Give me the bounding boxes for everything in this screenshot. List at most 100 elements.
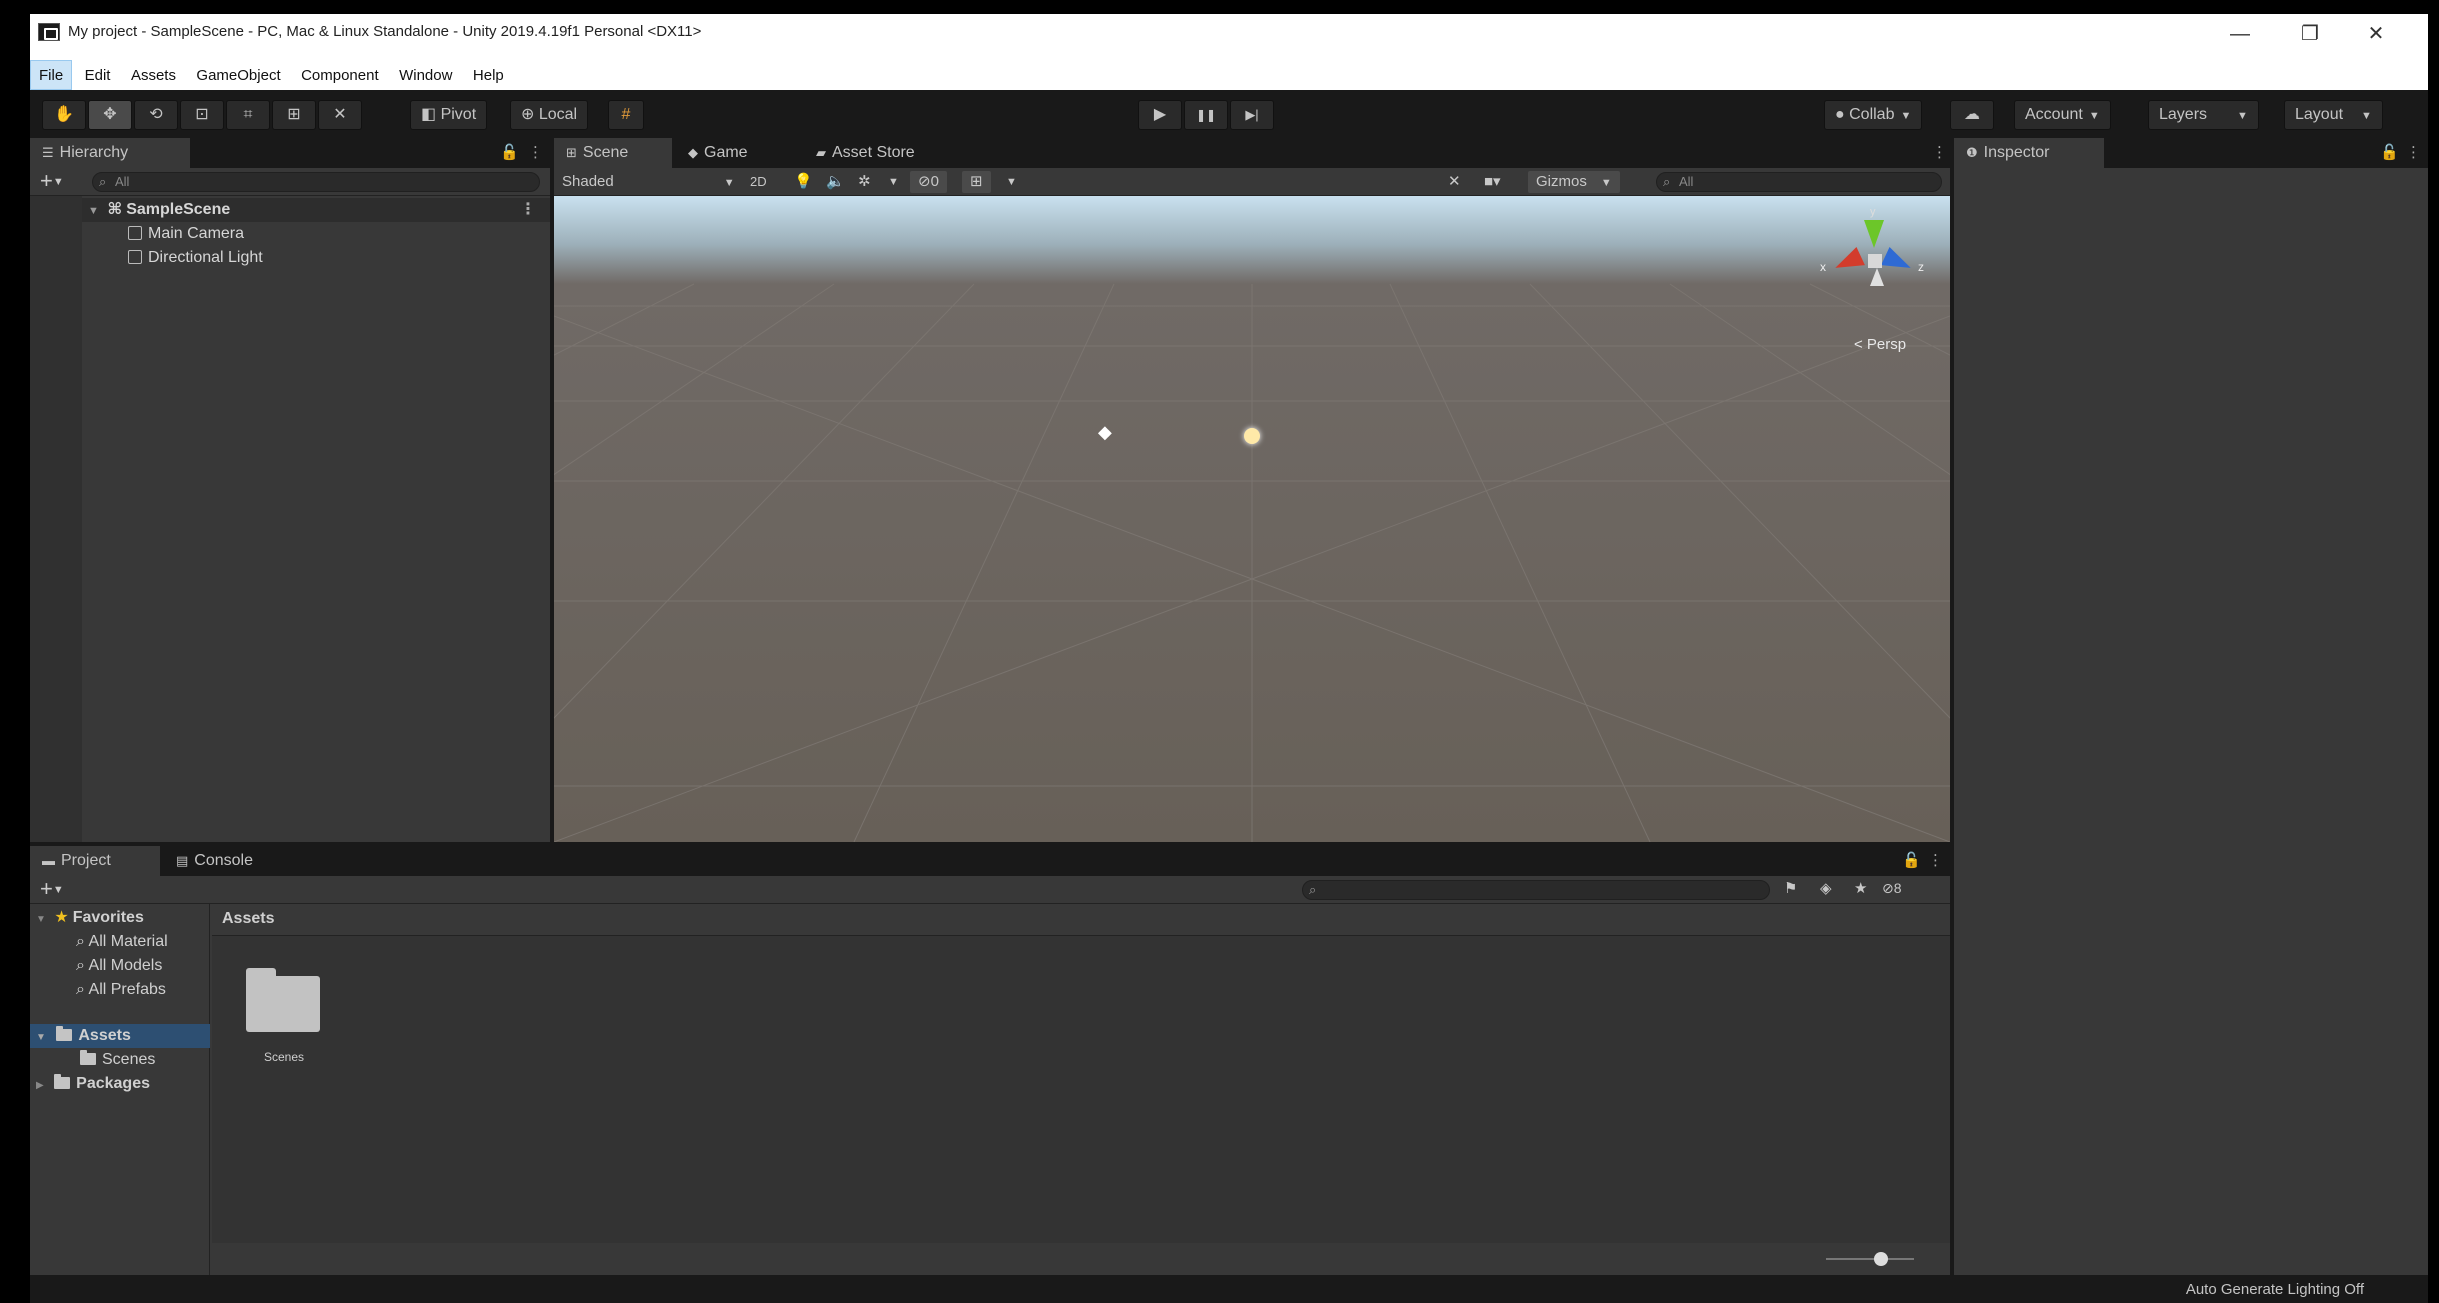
step-button[interactable]: ▶|	[1230, 100, 1274, 130]
unity-editor-window: My project - SampleScene - PC, Mac & Lin…	[30, 14, 2428, 1303]
scene-tabstrip: ⊞ Scene ◆ Game ▰ Asset Store ⋮	[554, 138, 1950, 168]
scene-viewport[interactable]: ◆ y x z < Persp	[554, 196, 1950, 842]
tab-asset-store[interactable]: ▰ Asset Store	[804, 138, 964, 168]
axis-center-cube[interactable]	[1868, 254, 1882, 268]
panel-menu-icon[interactable]: ⋮	[528, 143, 543, 161]
maximize-button[interactable]: ❐	[2290, 20, 2330, 48]
packages-folder-row[interactable]: ▶ Packages	[36, 1072, 150, 1096]
breadcrumb[interactable]: Assets	[222, 910, 274, 928]
shading-dropdown[interactable]: Shaded ▼	[562, 171, 735, 193]
filter-by-label-icon[interactable]: ◈	[1820, 879, 1832, 897]
hand-tool-icon[interactable]: ✋	[42, 100, 86, 130]
local-toggle[interactable]: ⊕ Local	[510, 100, 589, 130]
lock-icon[interactable]: 🔓	[500, 143, 519, 161]
tab-project[interactable]: ▬ Project	[30, 846, 160, 876]
toggle-2d-button[interactable]: 2D	[750, 171, 767, 193]
favorite-item[interactable]: ⌕ All Models	[76, 954, 162, 978]
layers-dropdown[interactable]: Layers ▼	[2148, 100, 2259, 130]
project-breadcrumb-bar: Assets	[212, 904, 1950, 936]
pivot-toggle[interactable]: ◧ Pivot	[410, 100, 488, 130]
lock-icon[interactable]: 🔓	[1902, 851, 1921, 869]
grid-item-scenes-folder[interactable]: Scenes	[244, 964, 320, 1064]
icon-size-slider-handle[interactable]	[1874, 1252, 1888, 1266]
favorite-item[interactable]: ⌕ All Prefabs	[76, 978, 166, 1002]
axis-x-cone[interactable]	[1831, 247, 1865, 277]
favorite-item[interactable]: ⌕ All Material	[76, 930, 168, 954]
camera-gizmo-icon[interactable]: ◆	[1098, 422, 1112, 443]
tab-hierarchy[interactable]: ☰ Hierarchy	[30, 138, 190, 168]
hierarchy-item-directional-light[interactable]: Directional Light	[128, 246, 263, 270]
close-button[interactable]: ✕	[2356, 20, 2396, 48]
axis-neg-y-cone[interactable]	[1870, 268, 1884, 286]
scale-tool-icon[interactable]: ⊡	[180, 100, 224, 130]
scene-icon: ⌘	[107, 201, 123, 218]
menu-gameobject[interactable]: GameObject	[188, 61, 288, 91]
menu-help[interactable]: Help	[465, 61, 512, 91]
account-dropdown[interactable]: Account ▼	[2014, 100, 2111, 130]
cloud-icon[interactable]: ☁	[1950, 100, 1994, 130]
panel-menu-icon[interactable]: ⋮	[1928, 851, 1943, 869]
grid-toggle-icon[interactable]: ⊞	[962, 171, 991, 193]
tab-inspector[interactable]: ❶ Inspector	[1954, 138, 2104, 168]
filter-by-type-icon[interactable]: ⚑	[1784, 879, 1797, 897]
lock-icon[interactable]: 🔓	[2380, 143, 2399, 161]
assets-folder-row[interactable]: ▼ Assets	[30, 1024, 210, 1048]
project-search-input[interactable]	[1302, 880, 1770, 900]
chevron-down-icon[interactable]: ▼	[888, 171, 899, 193]
effects-toggle-icon[interactable]: ✲	[858, 171, 871, 193]
gizmos-dropdown[interactable]: Gizmos ▼	[1528, 171, 1620, 193]
icon-size-slider-track[interactable]	[1826, 1258, 1914, 1260]
scene-panel: ⊞ Scene ◆ Game ▰ Asset Store ⋮ Shaded ▼ 2D 💡…	[554, 138, 1950, 842]
folder-open-icon	[56, 1026, 73, 1041]
snap-grid-icon[interactable]: #	[608, 100, 644, 130]
transform-tool-icon[interactable]: ⊞	[272, 100, 316, 130]
custom-tool-icon[interactable]: ✕	[318, 100, 362, 130]
panel-menu-icon[interactable]: ⋮	[1932, 143, 1947, 161]
scenes-folder-row[interactable]: Scenes	[80, 1048, 155, 1072]
menu-edit[interactable]: Edit	[77, 61, 119, 91]
axis-y-label: y	[1870, 206, 1876, 218]
axis-y-cone[interactable]	[1864, 220, 1884, 248]
gamepad-icon: ◆	[688, 145, 698, 160]
folder-icon	[80, 1050, 96, 1065]
axis-z-cone[interactable]	[1881, 247, 1915, 277]
scene-row[interactable]: ▼ ⌘ SampleScene ⋮	[82, 198, 550, 222]
menu-assets[interactable]: Assets	[123, 61, 184, 91]
inspector-tabstrip: ❶ Inspector 🔓 ⋮	[1954, 138, 2428, 168]
tab-console[interactable]: ▤ Console	[164, 846, 294, 876]
menu-component[interactable]: Component	[293, 61, 387, 91]
status-text: Auto Generate Lighting Off	[2185, 1281, 2364, 1298]
orientation-gizmo[interactable]: y x z	[1820, 206, 1930, 316]
play-button[interactable]: ▶	[1138, 100, 1182, 130]
hidden-objects-toggle[interactable]: ⊘0	[910, 171, 947, 193]
tab-game[interactable]: ◆ Game	[676, 138, 796, 168]
create-asset-button[interactable]: +▼	[40, 877, 64, 901]
scene-search-input[interactable]: All	[1656, 172, 1942, 192]
persp-label[interactable]: < Persp	[1854, 336, 1906, 353]
camera-settings-icon[interactable]: ■▾	[1484, 171, 1501, 193]
lighting-toggle-icon[interactable]: 💡	[794, 171, 813, 193]
rect-tool-icon[interactable]: ⌗	[226, 100, 270, 130]
tools-icon[interactable]: ✕	[1448, 171, 1461, 193]
rotate-tool-icon[interactable]: ⟲	[134, 100, 178, 130]
scene-menu-icon[interactable]: ⋮	[520, 198, 536, 222]
audio-toggle-icon[interactable]: 🔈	[826, 171, 845, 193]
gameobject-icon	[128, 250, 142, 264]
menu-window[interactable]: Window	[391, 61, 460, 91]
tab-scene[interactable]: ⊞ Scene	[554, 138, 672, 168]
panel-menu-icon[interactable]: ⋮	[2406, 143, 2421, 161]
move-tool-icon[interactable]: ✥	[88, 100, 132, 130]
menu-file[interactable]: File	[30, 60, 73, 90]
light-gizmo-icon[interactable]	[1244, 428, 1260, 444]
favorite-star-icon[interactable]: ★	[1854, 879, 1867, 897]
layout-dropdown[interactable]: Layout ▼	[2284, 100, 2383, 130]
favorites-row[interactable]: ▼ ★ Favorites	[36, 906, 144, 930]
create-button[interactable]: +▼	[40, 169, 64, 193]
hierarchy-item-main-camera[interactable]: Main Camera	[128, 222, 244, 246]
hidden-packages-toggle[interactable]: ⊘8	[1882, 880, 1902, 897]
minimize-button[interactable]: —	[2220, 20, 2260, 48]
hierarchy-search-input[interactable]: All	[92, 172, 540, 192]
pause-button[interactable]: ❚❚	[1184, 100, 1228, 130]
chevron-down-icon[interactable]: ▼	[1006, 171, 1017, 193]
collab-dropdown[interactable]: ● Collab ▼	[1824, 100, 1923, 130]
